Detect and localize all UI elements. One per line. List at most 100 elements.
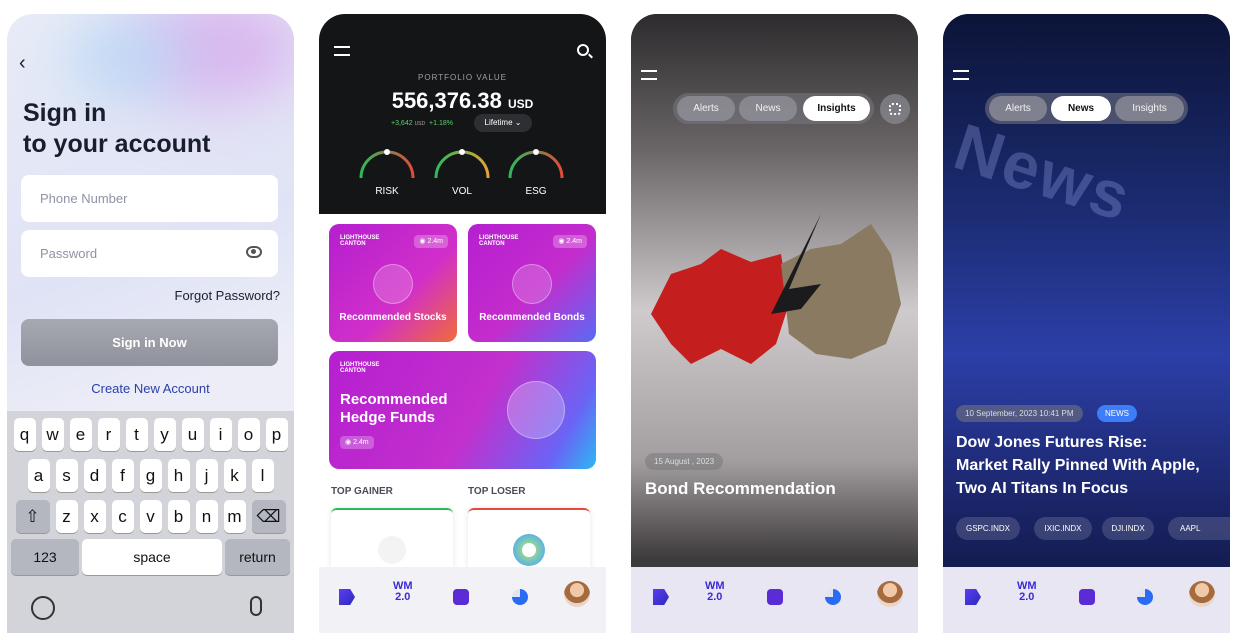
key-b[interactable]: b (167, 500, 190, 533)
create-account-link[interactable]: Create New Account (7, 381, 294, 396)
key-m[interactable]: m (223, 500, 246, 533)
mic-icon[interactable] (250, 596, 262, 616)
brand-line-2: CANTON (340, 241, 366, 247)
index-chip-aapl[interactable]: AAPL (1168, 517, 1230, 540)
tab-insights[interactable]: Insights (803, 96, 870, 121)
menu-icon[interactable] (953, 70, 969, 80)
key-p[interactable]: p (265, 418, 288, 451)
apple-icon (378, 536, 406, 564)
menu-icon[interactable] (641, 70, 657, 80)
index-chip-ixic[interactable]: IXIC.INDX (1034, 517, 1092, 540)
index-chip-dji[interactable]: DJI.INDX (1102, 517, 1154, 540)
eye-icon[interactable] (246, 246, 262, 258)
grid-icon[interactable] (880, 94, 910, 124)
key-y[interactable]: y (153, 418, 176, 451)
key-u[interactable]: u (181, 418, 204, 451)
card-hedge-funds[interactable]: LIGHTHOUSE CANTON Recommended Hedge Funds… (329, 351, 596, 469)
key-f[interactable]: f (111, 459, 134, 492)
key-k[interactable]: k (223, 459, 246, 492)
top-loser-title: TOP LOSER (468, 486, 526, 497)
inbox-icon[interactable] (453, 589, 469, 605)
hedge-fund-icon (507, 381, 565, 439)
key-s[interactable]: s (55, 459, 78, 492)
card-title-line-1: Recommended (340, 391, 448, 408)
key-e[interactable]: e (69, 418, 92, 451)
key-o[interactable]: o (237, 418, 260, 451)
key-z[interactable]: z (55, 500, 78, 533)
brand-line-2: CANTON (340, 368, 366, 374)
card-recommended-bonds[interactable]: LIGHTHOUSE CANTON ◉ 2.4m Recommended Bond… (468, 224, 596, 342)
avatar[interactable] (1189, 581, 1215, 607)
numbers-key[interactable]: 123 (11, 539, 79, 575)
key-l[interactable]: l (251, 459, 274, 492)
index-chip-gspc[interactable]: GSPC.INDX (956, 517, 1020, 540)
insights-screen: Alerts News Insights 15 August , 2023 Bo… (631, 14, 918, 633)
home-icon[interactable] (339, 589, 355, 605)
key-w[interactable]: w (41, 418, 64, 451)
views-count: 2.4m (353, 439, 369, 446)
wm-tab[interactable]: WM 2.0 (393, 581, 413, 603)
space-key[interactable]: space (82, 539, 222, 575)
password-field[interactable]: Password (21, 230, 278, 277)
tab-alerts[interactable]: Alerts (677, 96, 735, 121)
tab-news[interactable]: News (1051, 96, 1111, 121)
card-title: Recommended Hedge Funds (340, 391, 448, 427)
backspace-key[interactable]: ⌫ (251, 500, 286, 533)
signin-button[interactable]: Sign in Now (21, 319, 278, 366)
pie-chart-icon[interactable] (1137, 589, 1153, 605)
key-c[interactable]: c (111, 500, 134, 533)
key-n[interactable]: n (195, 500, 218, 533)
candlestick-icon (373, 264, 413, 304)
wm-line-2: 2.0 (707, 591, 723, 603)
bottom-nav: WM 2.0 (319, 567, 606, 633)
pie-chart-icon[interactable] (825, 589, 841, 605)
key-j[interactable]: j (195, 459, 218, 492)
period-dropdown[interactable]: Lifetime ⌄ (474, 114, 532, 132)
change-pct: +1.18% (429, 120, 453, 127)
inbox-icon[interactable] (767, 589, 783, 605)
avatar[interactable] (877, 581, 903, 607)
keyboard-bottom-row: 123 space return (11, 539, 290, 575)
bear-bull-illustration (651, 214, 901, 384)
phone-field[interactable]: Phone Number (21, 175, 278, 222)
bg-blob (67, 24, 187, 94)
tab-news[interactable]: News (739, 96, 797, 121)
avatar[interactable] (564, 581, 590, 607)
return-key[interactable]: return (225, 539, 290, 575)
news-screen: News Alerts News Insights 10 September, … (943, 14, 1230, 633)
article-title[interactable]: Dow Jones Futures Rise: Market Rally Pin… (956, 431, 1200, 500)
tab-insights[interactable]: Insights (1115, 96, 1184, 121)
article-title[interactable]: Bond Recommendation (645, 479, 836, 499)
key-q[interactable]: q (13, 418, 36, 451)
back-icon[interactable]: ‹ (19, 52, 26, 75)
search-icon[interactable] (577, 44, 589, 56)
tab-bar: Alerts News Insights (673, 93, 874, 124)
bond-icon (512, 264, 552, 304)
key-d[interactable]: d (83, 459, 106, 492)
wm-tab[interactable]: WM 2.0 (1017, 581, 1037, 603)
key-r[interactable]: r (97, 418, 120, 451)
value-currency: USD (507, 97, 534, 111)
gauge-label-risk: RISK (375, 186, 399, 197)
key-h[interactable]: h (167, 459, 190, 492)
key-v[interactable]: v (139, 500, 162, 533)
wm-tab[interactable]: WM 2.0 (705, 581, 725, 603)
period-label: Lifetime (484, 118, 513, 127)
home-icon[interactable] (965, 589, 981, 605)
home-icon[interactable] (653, 589, 669, 605)
key-g[interactable]: g (139, 459, 162, 492)
forgot-password-link[interactable]: Forgot Password? (175, 288, 281, 303)
pie-chart-icon[interactable] (512, 589, 528, 605)
article-date: 10 September, 2023 10:41 PM (956, 405, 1083, 422)
shift-key[interactable]: ⇧ (15, 500, 50, 533)
key-t[interactable]: t (125, 418, 148, 451)
key-i[interactable]: i (209, 418, 232, 451)
inbox-icon[interactable] (1079, 589, 1095, 605)
wm-line-2: 2.0 (395, 591, 411, 603)
menu-icon[interactable] (334, 46, 350, 56)
key-a[interactable]: a (27, 459, 50, 492)
key-x[interactable]: x (83, 500, 106, 533)
card-recommended-stocks[interactable]: LIGHTHOUSE CANTON ◉ 2.4m Recommended Stoc… (329, 224, 457, 342)
emoji-icon[interactable] (31, 596, 55, 620)
tab-alerts[interactable]: Alerts (989, 96, 1047, 121)
